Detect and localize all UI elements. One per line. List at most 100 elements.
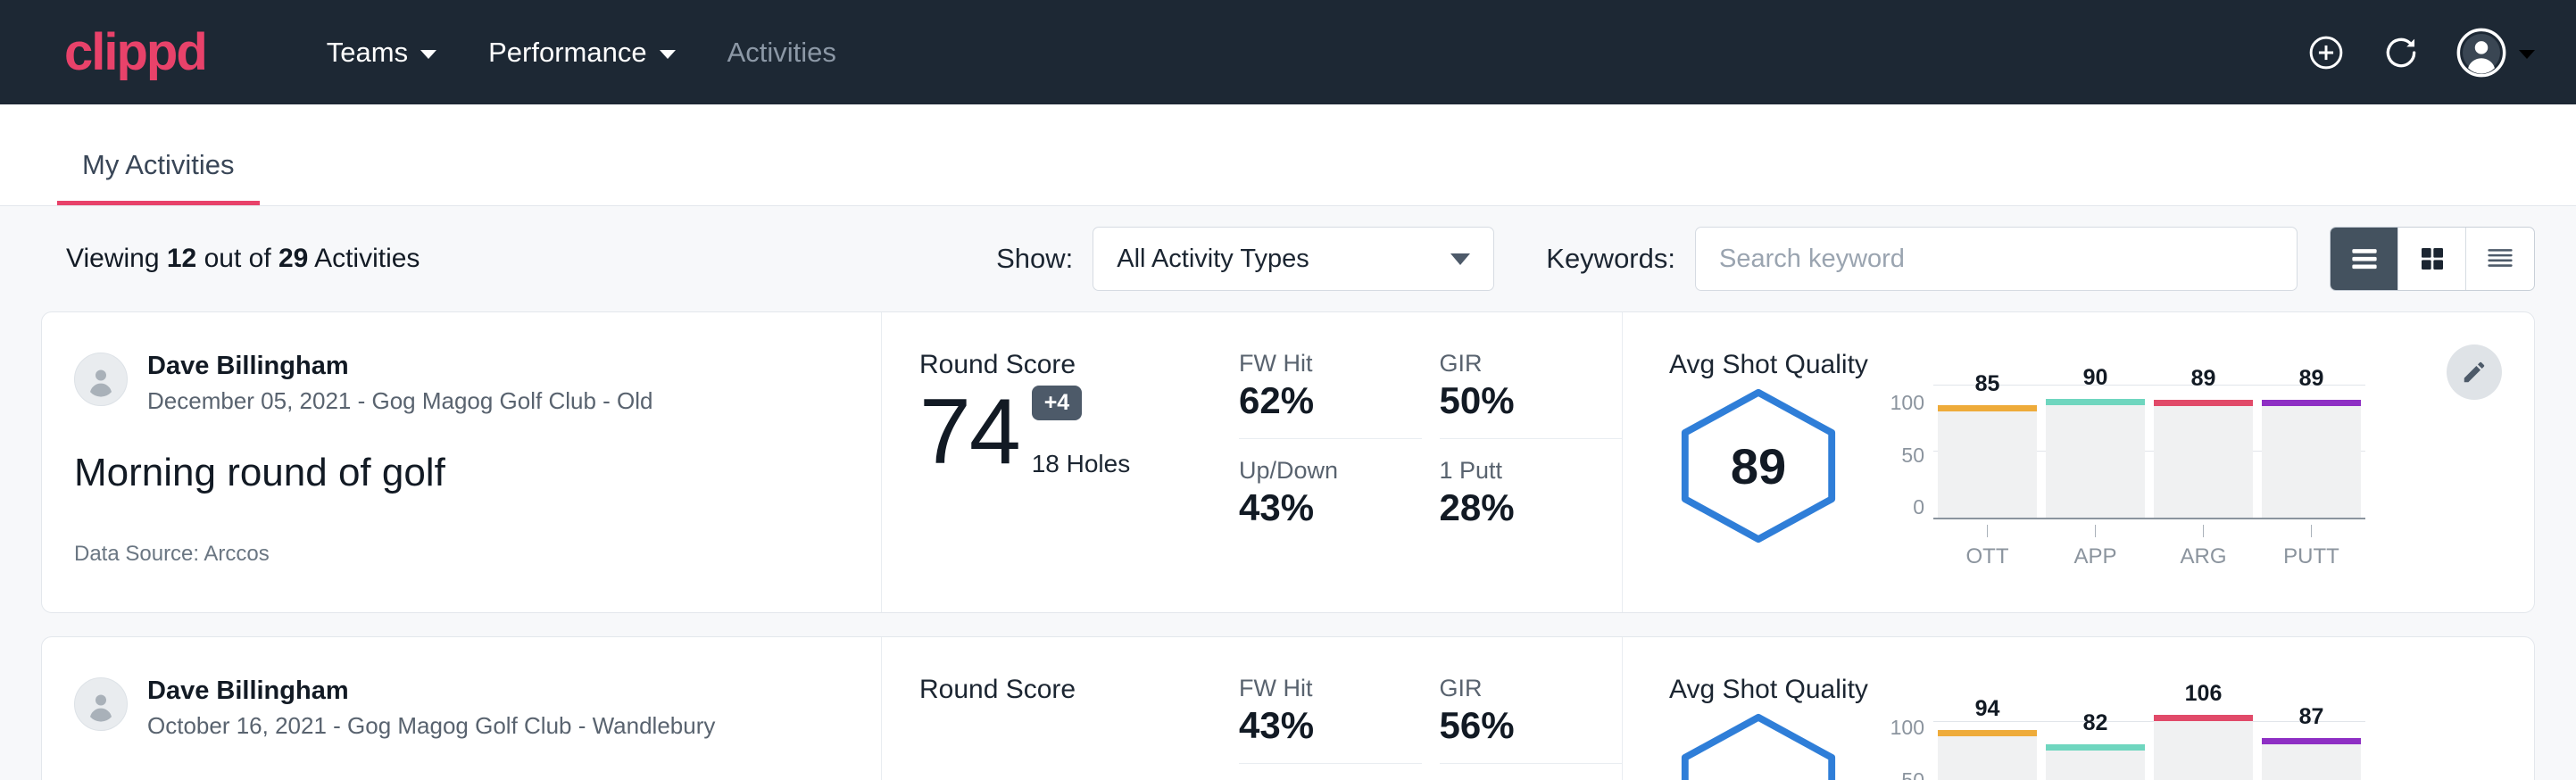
header-actions xyxy=(2306,28,2535,78)
viewing-count: 12 xyxy=(167,244,196,273)
keywords-label: Keywords: xyxy=(1546,243,1675,275)
chevron-down-icon xyxy=(2519,50,2535,59)
avatar xyxy=(74,677,128,731)
chart-bar-cap xyxy=(1938,405,2037,411)
chevron-down-icon xyxy=(1450,253,1470,265)
chart-bar: 87 xyxy=(2262,738,2361,780)
shot-quality-hexagon xyxy=(1669,710,1848,780)
search-input[interactable] xyxy=(1695,227,2298,291)
chart-bar-value: 87 xyxy=(2262,704,2361,730)
activity-user-name: Dave Billingham xyxy=(147,675,715,707)
activity-meta: October 16, 2021 - Gog Magog Golf Club -… xyxy=(147,712,715,740)
grid-view-icon xyxy=(2418,245,2447,273)
chart-bar-slot: 106 xyxy=(2154,710,2253,780)
chart-y-axis: 100 50 0 xyxy=(1883,710,1933,780)
list-view-button[interactable] xyxy=(2331,228,2398,290)
chart-bar-value: 82 xyxy=(2046,710,2145,736)
nav-item-teams[interactable]: Teams xyxy=(301,37,462,69)
shot-quality-bar-chart: 100 50 0 85908989 OTTAPPARGPUTT xyxy=(1883,386,2365,569)
chart-bar: 85 xyxy=(1938,405,2037,518)
activity-stats: FW Hit 62% GIR 50% Up/Down 43% 1 Putt 28… xyxy=(1239,312,1623,612)
user-text-block: Dave Billingham October 16, 2021 - Gog M… xyxy=(147,675,715,740)
activity-type-select[interactable]: All Activity Types xyxy=(1093,227,1494,291)
stat-value: 56% xyxy=(1440,704,1591,747)
y-tick: 50 xyxy=(1883,444,1924,468)
user-avatar-icon xyxy=(83,686,119,722)
round-score-label: Round Score xyxy=(919,675,1239,705)
plus-circle-icon[interactable] xyxy=(2306,33,2346,72)
chart-bar-cap xyxy=(2154,400,2253,406)
activity-card[interactable]: Dave Billingham December 05, 2021 - Gog … xyxy=(41,311,2535,613)
chart-x-tick xyxy=(1987,525,1988,537)
chart-x-tick xyxy=(2095,525,2096,537)
stat-value: 43% xyxy=(1239,704,1390,747)
stat-label: FW Hit xyxy=(1239,350,1390,378)
activity-card[interactable]: Dave Billingham October 16, 2021 - Gog M… xyxy=(41,636,2535,780)
stat-value: 62% xyxy=(1239,379,1390,422)
user-menu[interactable] xyxy=(2456,28,2535,78)
avg-shot-quality-label: Avg Shot Quality xyxy=(1669,675,2498,705)
page-body: Viewing 12 out of 29 Activities Show: Al… xyxy=(0,206,2576,780)
view-toggle-group xyxy=(2330,227,2535,291)
grid-view-button[interactable] xyxy=(2398,228,2466,290)
chart-bar: 82 xyxy=(2046,744,2145,780)
chart-x-tick-label: PUTT xyxy=(2262,525,2361,569)
stat-up-down: Up/Down 43% xyxy=(1239,457,1422,529)
chart-bar-value: 85 xyxy=(1938,371,2037,397)
nav-item-performance[interactable]: Performance xyxy=(462,37,701,69)
chart-bar: 89 xyxy=(2154,400,2253,518)
shot-quality-value: 89 xyxy=(1669,386,1848,546)
chart-bar-value: 90 xyxy=(2046,365,2145,391)
app-logo[interactable]: clippd xyxy=(64,27,206,79)
shot-quality-value xyxy=(1669,710,1848,780)
chart-bar-cap xyxy=(1938,730,2037,736)
activity-identity: Dave Billingham October 16, 2021 - Gog M… xyxy=(74,637,882,780)
stat-fw-hit: FW Hit 62% xyxy=(1239,350,1422,439)
edit-activity-button[interactable] xyxy=(2447,344,2502,400)
tab-my-activities[interactable]: My Activities xyxy=(57,149,260,205)
avg-shot-quality-body: 100 50 0 948210687 OTTAPPARGPUTT xyxy=(1669,710,2498,780)
chart-bar-cap xyxy=(2046,399,2145,405)
stat-label: GIR xyxy=(1440,675,1591,702)
chart-bar-slot: 89 xyxy=(2154,386,2253,518)
viewing-prefix: Viewing xyxy=(66,244,160,273)
activity-user-name: Dave Billingham xyxy=(147,350,653,382)
chart-bar-cap xyxy=(2262,738,2361,744)
chart-x-tick-label: OTT xyxy=(1938,525,2037,569)
main-nav: Teams Performance Activities xyxy=(301,37,862,69)
chart-inner: 100 50 0 85908989 xyxy=(1883,386,2365,519)
y-tick: 0 xyxy=(1883,495,1924,519)
round-score-section: Round Score 74 +4 18 Holes xyxy=(882,312,1239,612)
chart-bar-value: 94 xyxy=(1938,696,2037,722)
round-score-side: +4 18 Holes xyxy=(1019,386,1131,478)
chart-bar: 106 xyxy=(2154,715,2253,780)
pencil-icon xyxy=(2461,359,2488,386)
activity-user-block: Dave Billingham December 05, 2021 - Gog … xyxy=(74,350,854,415)
avg-shot-quality-section: Avg Shot Quality 100 50 0 948 xyxy=(1623,637,2534,780)
list-view-icon xyxy=(2349,245,2380,272)
user-text-block: Dave Billingham December 05, 2021 - Gog … xyxy=(147,350,653,415)
viewing-suffix: Activities xyxy=(314,244,420,273)
stat-value: 50% xyxy=(1440,379,1591,422)
shot-quality-hexagon: 89 xyxy=(1669,386,1848,546)
activity-identity: Dave Billingham December 05, 2021 - Gog … xyxy=(74,312,882,612)
chart-plot-area: 948210687 xyxy=(1933,710,2365,780)
y-tick: 100 xyxy=(1883,391,1924,415)
y-tick: 50 xyxy=(1883,768,1924,780)
chart-bar-cap xyxy=(2262,400,2361,406)
stat-value: 28% xyxy=(1440,486,1591,529)
stat-one-putt: 1 Putt 28% xyxy=(1440,457,1623,529)
score-to-par-badge: +4 xyxy=(1032,386,1083,420)
chart-bar: 89 xyxy=(2262,400,2361,518)
compact-view-button[interactable] xyxy=(2466,228,2534,290)
stat-gir: GIR 50% xyxy=(1440,350,1623,439)
chart-bar: 94 xyxy=(1938,730,2037,780)
refresh-icon[interactable] xyxy=(2381,33,2421,72)
nav-item-activities[interactable]: Activities xyxy=(702,37,862,69)
filter-bar: Viewing 12 out of 29 Activities Show: Al… xyxy=(41,206,2535,311)
chart-bar-cap xyxy=(2046,744,2145,751)
user-avatar-icon xyxy=(2456,28,2506,78)
chart-bar-slot: 89 xyxy=(2262,386,2361,518)
round-score-section: Round Score xyxy=(882,637,1239,780)
chart-x-tick xyxy=(2203,525,2204,537)
